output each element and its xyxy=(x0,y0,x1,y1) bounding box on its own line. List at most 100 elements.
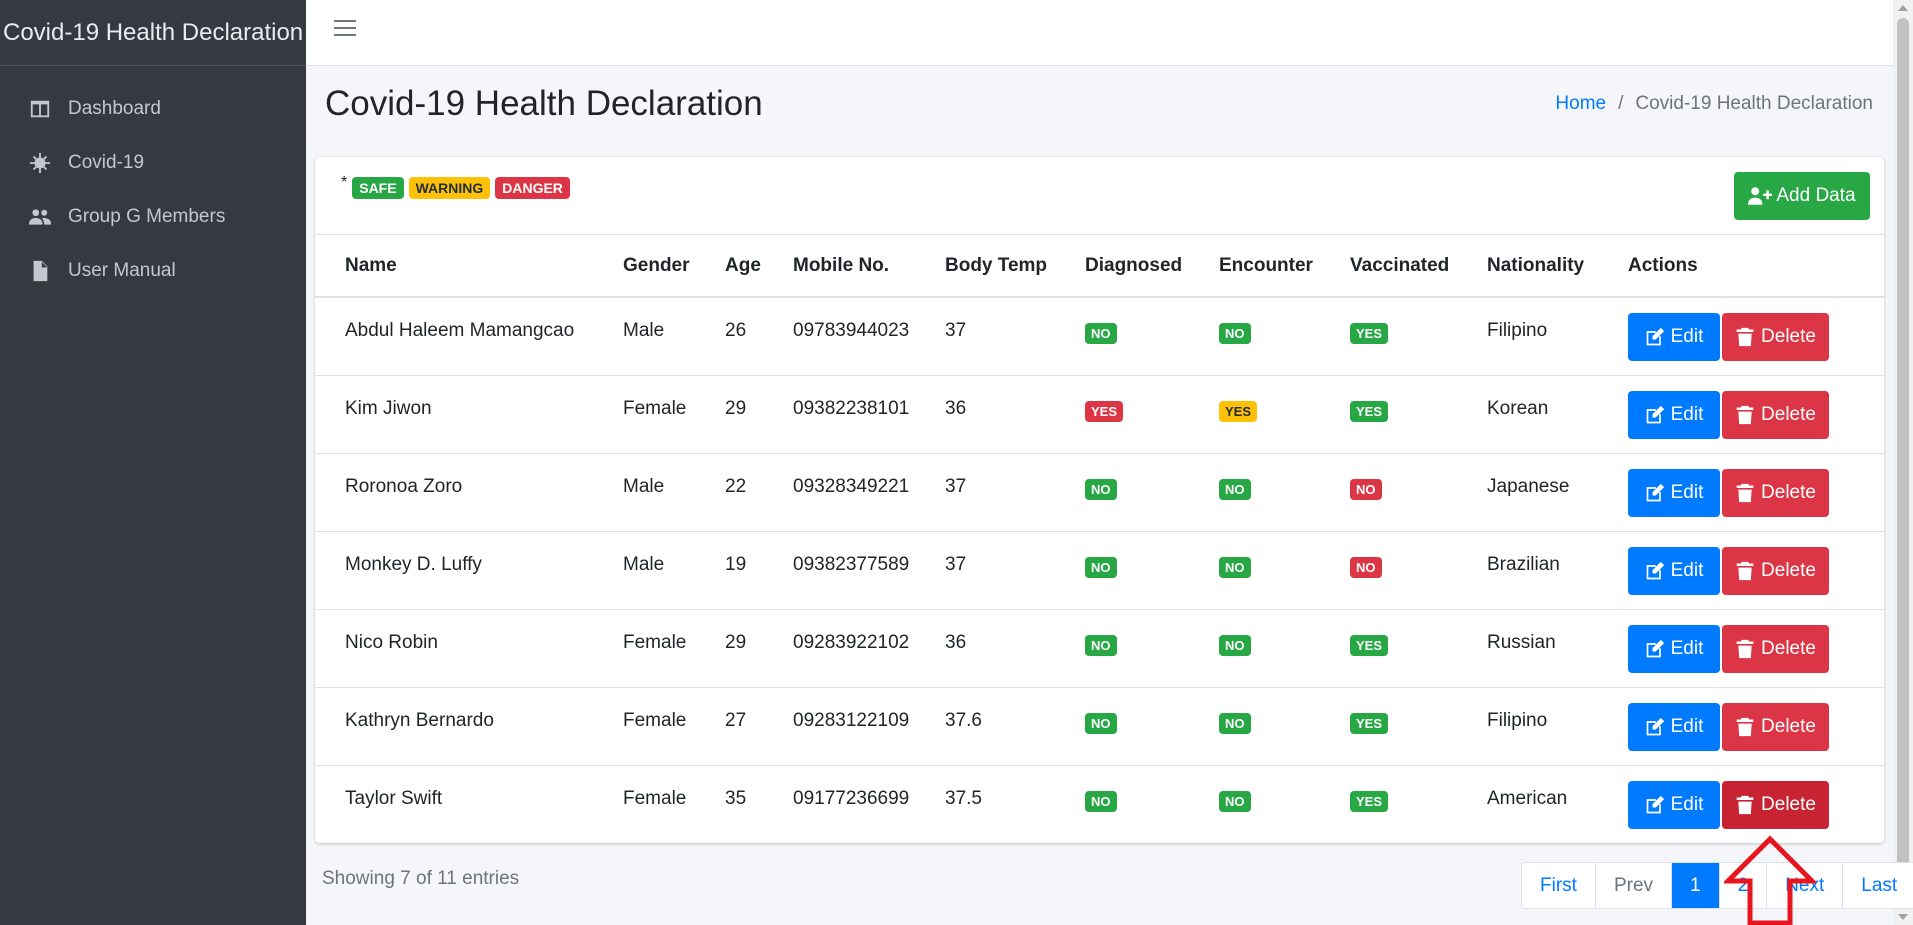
diagnosed-badge: NO xyxy=(1085,478,1117,500)
edit-button[interactable]: Edit xyxy=(1628,780,1720,829)
columns-icon xyxy=(28,97,52,121)
menu-toggle-icon[interactable] xyxy=(334,20,356,42)
cell-name: Kathryn Bernardo xyxy=(315,686,623,765)
table-row: Monkey D. Luffy Male 19 09382377589 37 NO NO NO… xyxy=(315,530,1884,609)
vaccinated-badge: YES xyxy=(1350,712,1389,734)
vaccinated-badge: YES xyxy=(1350,790,1389,812)
brand-title[interactable]: Covid-19 Health Declaration xyxy=(0,0,306,66)
user-plus-icon xyxy=(1748,187,1773,205)
diagnosed-cell: YES xyxy=(1085,374,1219,453)
edit-label: Edit xyxy=(1670,793,1704,815)
cell-gender: Male xyxy=(623,530,725,609)
encounter-cell: NO xyxy=(1219,452,1350,531)
sidebar-item-covid-19[interactable]: Covid-19 xyxy=(0,136,306,190)
edit-button[interactable]: Edit xyxy=(1628,702,1720,751)
diagnosed-badge: NO xyxy=(1085,556,1117,578)
cell-mobile: 09382238101 xyxy=(793,374,945,453)
edit-button[interactable]: Edit xyxy=(1628,390,1720,439)
delete-button[interactable]: Delete xyxy=(1722,313,1829,361)
vaccinated-badge: YES xyxy=(1350,400,1389,422)
cell-nationality: Russian xyxy=(1487,608,1628,687)
diagnosed-cell: NO xyxy=(1085,608,1219,687)
edit-button[interactable]: Edit xyxy=(1628,468,1720,517)
vaccinated-badge: YES xyxy=(1350,634,1389,656)
add-data-label: Add Data xyxy=(1776,185,1856,206)
encounter-cell: NO xyxy=(1219,530,1350,609)
column-header-name[interactable]: Name xyxy=(315,235,623,298)
cell-age: 29 xyxy=(725,608,793,687)
edit-icon xyxy=(1646,717,1664,735)
column-header-age[interactable]: Age xyxy=(725,235,793,298)
diagnosed-cell: NO xyxy=(1085,764,1219,843)
legend-warning-badge: WARNING xyxy=(408,177,491,199)
encounter-cell: NO xyxy=(1219,608,1350,687)
page-scrollbar[interactable] xyxy=(1893,0,1913,925)
column-header-body-temp[interactable]: Body Temp xyxy=(945,235,1085,298)
column-header-mobile[interactable]: Mobile No. xyxy=(793,235,945,298)
diagnosed-badge: NO xyxy=(1085,712,1117,734)
cell-name: Kim Jiwon xyxy=(315,374,623,453)
cell-nationality: Korean xyxy=(1487,374,1628,453)
edit-icon xyxy=(1646,327,1664,346)
scroll-down-arrow-icon[interactable] xyxy=(1898,914,1908,920)
cell-body-temp: 37.6 xyxy=(945,686,1085,765)
sidebar-item-user-manual[interactable]: User Manual xyxy=(0,244,306,298)
page-prev-link[interactable]: Prev xyxy=(1596,863,1673,908)
delete-button[interactable]: Delete xyxy=(1722,780,1829,829)
topbar xyxy=(306,0,1893,66)
delete-button[interactable]: Delete xyxy=(1722,468,1829,517)
cell-name: Taylor Swift xyxy=(315,764,623,843)
edit-icon xyxy=(1646,795,1664,813)
sidebar-item-group-members[interactable]: Group G Members xyxy=(0,190,306,244)
delete-label: Delete xyxy=(1761,403,1816,425)
cell-body-temp: 37 xyxy=(945,320,967,341)
row-actions: Edit Delete xyxy=(1628,468,1884,517)
delete-button[interactable]: Delete xyxy=(1722,546,1829,595)
cell-age: 27 xyxy=(725,686,793,765)
breadcrumb-current: Covid-19 Health Declaration xyxy=(1635,93,1873,114)
cell-mobile: 09783944023 xyxy=(793,320,910,341)
encounter-badge: NO xyxy=(1219,478,1251,500)
edit-label: Edit xyxy=(1670,403,1704,425)
scroll-thumb[interactable] xyxy=(1897,18,1909,903)
encounter-badge: NO xyxy=(1219,556,1251,578)
column-header-encounter[interactable]: Encounter xyxy=(1219,235,1350,298)
vaccinated-badge: NO xyxy=(1350,556,1382,578)
column-header-vaccinated[interactable]: Vaccinated xyxy=(1350,235,1487,298)
trash-icon xyxy=(1736,483,1754,502)
page-first-link[interactable]: First xyxy=(1522,863,1596,908)
vaccinated-cell: NO xyxy=(1350,452,1487,531)
cell-mobile: 09382377589 xyxy=(793,530,945,609)
add-data-button[interactable]: Add Data xyxy=(1734,172,1870,220)
page-1-link[interactable]: 1 xyxy=(1672,863,1720,908)
vaccinated-cell: YES xyxy=(1350,374,1487,453)
sidebar-item-dashboard[interactable]: Dashboard xyxy=(0,82,306,136)
cell-age: 22 xyxy=(725,452,793,531)
diagnosed-badge: NO xyxy=(1085,790,1117,812)
table-row: Kathryn Bernardo Female 27 09283122109 37.6 N… xyxy=(315,686,1884,765)
edit-button[interactable]: Edit xyxy=(1628,313,1720,361)
edit-label: Edit xyxy=(1670,637,1704,659)
page-last-link[interactable]: Last xyxy=(1843,863,1913,908)
delete-button[interactable]: Delete xyxy=(1722,624,1829,673)
cell-age: 29 xyxy=(725,374,793,453)
edit-button[interactable]: Edit xyxy=(1628,546,1720,595)
delete-button[interactable]: Delete xyxy=(1722,702,1829,751)
legend-safe-badge: SAFE xyxy=(352,177,404,199)
column-header-nationality[interactable]: Nationality xyxy=(1487,235,1628,298)
trash-icon xyxy=(1736,717,1754,736)
cell-gender: Female xyxy=(623,764,725,843)
cell-actions: Edit Delete xyxy=(1628,608,1884,687)
column-header-diagnosed[interactable]: Diagnosed xyxy=(1085,235,1219,298)
card-header: * SAFE WARNING DANGER Add Data xyxy=(315,157,1884,235)
scroll-up-arrow-icon[interactable] xyxy=(1898,5,1908,11)
breadcrumb-home-link[interactable]: Home xyxy=(1555,93,1606,115)
delete-button[interactable]: Delete xyxy=(1722,390,1829,439)
column-header-gender[interactable]: Gender xyxy=(623,235,725,298)
file-icon xyxy=(28,259,52,283)
table-header-row: Name Gender Age Mobile No. Body Temp Dia… xyxy=(315,235,1884,298)
vaccinated-cell: YES xyxy=(1350,297,1487,375)
vaccinated-badge: NO xyxy=(1350,478,1382,500)
edit-button[interactable]: Edit xyxy=(1628,624,1720,673)
legend-star: * xyxy=(341,174,348,191)
